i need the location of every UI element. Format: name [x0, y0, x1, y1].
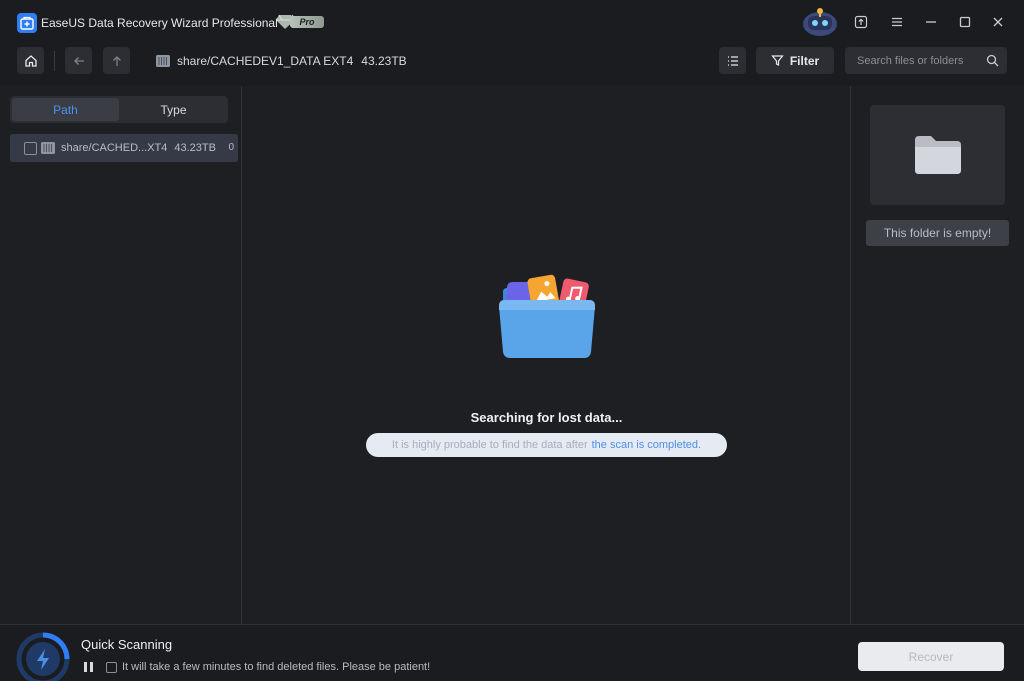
empty-folder-badge: This folder is empty!: [866, 220, 1009, 246]
pause-button[interactable]: [84, 661, 98, 673]
recover-button[interactable]: Recover: [858, 642, 1004, 671]
view-list-button[interactable]: [719, 47, 746, 74]
search-input[interactable]: [845, 47, 985, 74]
arrow-left-icon: [73, 56, 84, 65]
tree-item-count: 0: [228, 142, 234, 153]
tab-type[interactable]: Type: [120, 98, 227, 121]
scan-status-text: Searching for lost data...: [470, 410, 623, 425]
close-icon[interactable]: [989, 13, 1007, 31]
view-mode-tabs: Path Type: [10, 96, 228, 123]
tree-item-checkbox[interactable]: [24, 141, 37, 155]
up-button[interactable]: [103, 47, 130, 74]
scan-hint-text: It is highly probable to find the data a…: [391, 439, 588, 451]
tree-item-label: share/CACHED...XT4: [61, 142, 168, 154]
scan-message: It will take a few minutes to find delet…: [122, 661, 431, 673]
pro-label: Pro: [290, 16, 324, 28]
home-button[interactable]: [17, 47, 44, 74]
center-panel: Searching for lost data... It is highly …: [243, 86, 850, 624]
drive-name: share/CACHEDEV1_DATA EXT4: [177, 54, 354, 68]
search-box: [845, 47, 1007, 74]
app-window: EaseUS Data Recovery Wizard Professional…: [0, 0, 1024, 681]
menu-icon[interactable]: [888, 13, 906, 31]
filter-icon: [771, 55, 784, 66]
toolbar: share/CACHEDEV1_DATA EXT4 43.23TB Filter: [0, 44, 1024, 86]
preview-panel: This folder is empty!: [850, 86, 1024, 624]
tree-item-drive[interactable]: share/CACHED...XT4 43.23TB 0: [10, 134, 238, 162]
app-logo-icon: [17, 13, 37, 33]
folder-files-illustration: [499, 274, 595, 358]
list-view-icon: [727, 55, 738, 66]
scan-hint-link: the scan is completed.: [591, 439, 702, 451]
status-bar: Quick Scanning It will take a few minute…: [0, 624, 1024, 681]
scan-title: Quick Scanning: [81, 637, 173, 652]
pro-badge: Pro: [276, 14, 324, 30]
nas-drive-icon: [156, 55, 170, 67]
drive-size: 43.23TB: [361, 54, 407, 68]
maximize-icon[interactable]: [956, 13, 974, 31]
folder-icon: [914, 136, 961, 174]
minimize-icon[interactable]: [922, 13, 940, 31]
breadcrumb: share/CACHEDEV1_DATA EXT4 43.23TB: [155, 53, 407, 69]
search-icon[interactable]: [986, 54, 999, 67]
toolbar-divider: [54, 51, 55, 71]
arrow-up-icon: [112, 55, 121, 66]
tree-item-size: 43.23TB: [174, 142, 216, 154]
tab-path[interactable]: Path: [12, 98, 119, 121]
scan-option-checkbox[interactable]: [106, 662, 117, 673]
left-panel: Path Type share/CACHED...XT4 43.23TB 0: [0, 86, 242, 624]
scan-hint: It is highly probable to find the data a…: [366, 433, 727, 457]
back-button[interactable]: [65, 47, 92, 74]
assistant-robot-icon[interactable]: [800, 6, 840, 38]
preview-thumbnail: [870, 105, 1005, 205]
filter-label: Filter: [789, 53, 820, 68]
app-title: EaseUS Data Recovery Wizard Professional: [41, 16, 278, 30]
upload-icon[interactable]: [852, 13, 870, 31]
scan-progress-icon: [16, 632, 70, 681]
filter-button[interactable]: Filter: [756, 47, 834, 74]
title-bar: EaseUS Data Recovery Wizard Professional…: [0, 0, 1024, 44]
nas-drive-icon: [41, 142, 55, 154]
home-icon: [24, 54, 37, 67]
